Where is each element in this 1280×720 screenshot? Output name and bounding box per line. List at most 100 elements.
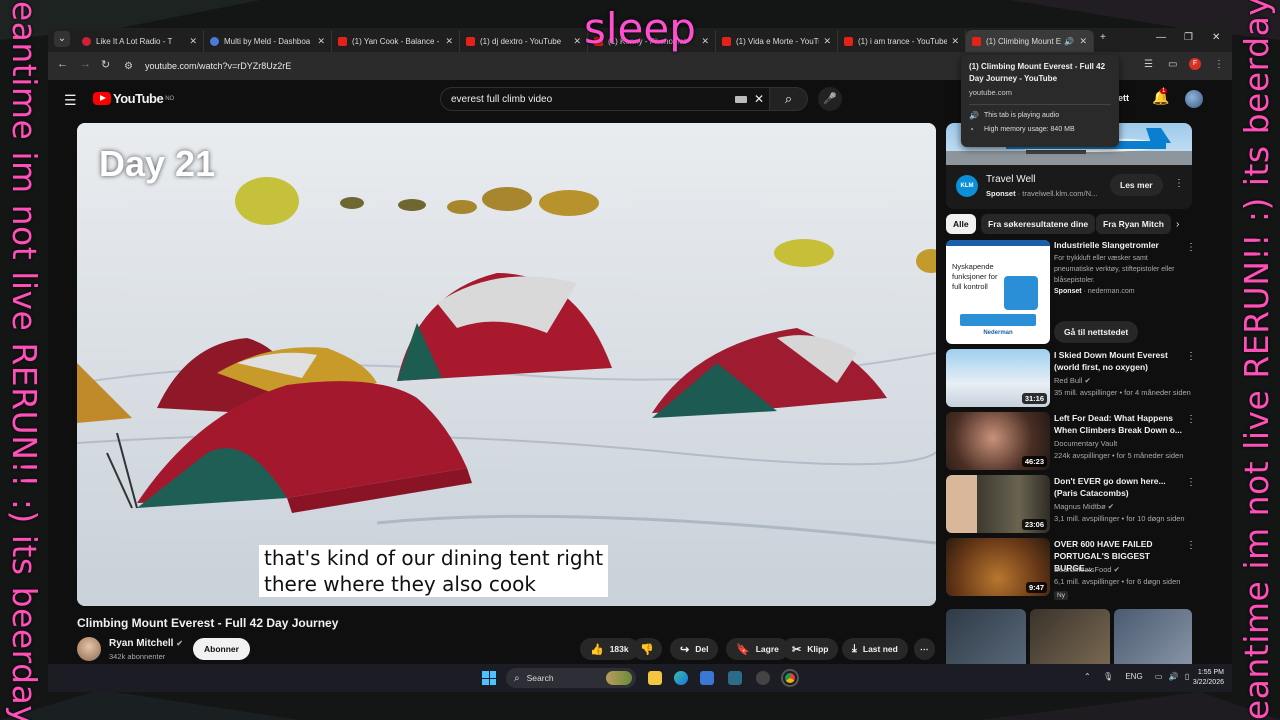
tab-close-icon[interactable]: ✕ bbox=[313, 36, 325, 47]
meld-icon bbox=[210, 36, 219, 46]
video-thumbnail bbox=[1114, 609, 1192, 669]
tab-close-icon[interactable]: ✕ bbox=[947, 36, 959, 47]
start-button[interactable] bbox=[482, 671, 496, 685]
search-button[interactable]: ⌕ bbox=[770, 87, 808, 111]
file-explorer-icon[interactable] bbox=[648, 671, 662, 685]
bookmark-icon: 🔖 bbox=[736, 643, 750, 656]
tab-1[interactable]: Like It A Lot Radio - T ✕ bbox=[76, 30, 204, 52]
language-indicator[interactable]: ENG bbox=[1125, 672, 1142, 681]
tab-7[interactable]: (1) i am trance - YouTube ✕ bbox=[838, 30, 966, 52]
search-input[interactable] bbox=[451, 93, 721, 105]
address-bar[interactable]: ⚙ youtube.com/watch?v=rDYZr8Uz2rE bbox=[120, 56, 950, 76]
forward-icon[interactable]: → bbox=[80, 58, 91, 70]
sidepanel-icon[interactable]: ▭ bbox=[1168, 59, 1177, 70]
channel-name[interactable]: Ryan Mitchell ✔ bbox=[109, 638, 183, 649]
tab-6[interactable]: (1) Vida e Morte - YouTub ✕ bbox=[716, 30, 838, 52]
close-window-icon[interactable]: ✕ bbox=[1212, 32, 1220, 43]
filter-chips: Alle Fra søkeresultatene dine Fra Ryan M… bbox=[946, 214, 1192, 236]
video-options-icon[interactable]: ⋮ bbox=[1186, 540, 1196, 551]
store-icon[interactable] bbox=[700, 671, 714, 685]
search-box[interactable]: ✕ bbox=[440, 87, 770, 111]
tab-3[interactable]: (1) Yan Cook - Balance - Y ✕ bbox=[332, 30, 460, 52]
video-options-icon[interactable]: ⋮ bbox=[1186, 477, 1196, 488]
reload-icon[interactable]: ↻ bbox=[101, 58, 110, 71]
chip-from-search[interactable]: Fra søkeresultatene dine bbox=[981, 214, 1096, 234]
related-video[interactable]: 23:06 Don't EVER go down here... (Paris … bbox=[946, 475, 1196, 533]
related-video-partial[interactable] bbox=[946, 609, 1192, 669]
ad2-options-icon[interactable]: ⋮ bbox=[1186, 242, 1196, 253]
chip-all[interactable]: Alle bbox=[946, 214, 976, 234]
related-video[interactable]: 46:23 Left For Dead: What Happens When C… bbox=[946, 412, 1196, 470]
klm-logo: KLM bbox=[956, 175, 978, 197]
header-action-partial[interactable]: ett bbox=[1118, 93, 1129, 103]
app-icon-2[interactable] bbox=[756, 671, 770, 685]
ad-options-icon[interactable]: ⋮ bbox=[1174, 178, 1184, 189]
video-thumbnail bbox=[1030, 609, 1110, 669]
related-video[interactable]: 9:47 OVER 600 HAVE FAILED PORTUGAL'S BIG… bbox=[946, 538, 1196, 600]
share-button[interactable]: ↪ Del bbox=[670, 638, 719, 660]
verified-icon: ✔ bbox=[1113, 565, 1120, 574]
back-icon[interactable]: ← bbox=[57, 58, 68, 70]
video-thumbnail: 46:23 bbox=[946, 412, 1050, 470]
ad2-title[interactable]: Industrielle Slangetromler bbox=[1054, 240, 1179, 250]
tab-close-icon[interactable]: ✕ bbox=[1075, 36, 1087, 47]
speaker-icon: 🔊 bbox=[969, 111, 979, 120]
taskbar-search[interactable]: ⌕ Search bbox=[506, 668, 636, 688]
chevron-right-icon[interactable]: › bbox=[1176, 219, 1179, 230]
video-options-icon[interactable]: ⋮ bbox=[1186, 414, 1196, 425]
chrome-icon[interactable] bbox=[781, 669, 799, 687]
user-avatar[interactable] bbox=[1185, 90, 1203, 108]
ad2-image[interactable]: Nyskapende funksjoner for full kontroll … bbox=[946, 240, 1050, 344]
voice-search-icon[interactable]: 🎤 bbox=[818, 87, 842, 111]
video-options-icon[interactable]: ⋮ bbox=[1186, 351, 1196, 362]
tab-4[interactable]: (1) dj dextro - YouTube ✕ bbox=[460, 30, 588, 52]
ad2-sponsor-line: Sponset · nederman.com bbox=[1054, 288, 1135, 295]
browser-menu-icon[interactable]: ⋮ bbox=[1214, 59, 1224, 70]
tab-close-icon[interactable]: ✕ bbox=[697, 36, 709, 47]
tab-close-icon[interactable]: ✕ bbox=[819, 36, 831, 47]
new-tab-button[interactable]: + bbox=[1100, 32, 1106, 43]
subscribe-button[interactable]: Abonner bbox=[193, 638, 250, 660]
chevron-up-icon[interactable]: ⌃ bbox=[1084, 672, 1091, 681]
tab-close-icon[interactable]: ✕ bbox=[441, 36, 453, 47]
microphone-icon[interactable]: 🎙 bbox=[1103, 672, 1113, 681]
clock[interactable]: 1:55 PM 3/22/2026 bbox=[1184, 668, 1224, 688]
keyboard-icon[interactable] bbox=[735, 96, 747, 103]
save-button[interactable]: 🔖 Lagre bbox=[726, 638, 789, 660]
app-icon[interactable] bbox=[728, 671, 742, 685]
menu-icon[interactable]: ☰ bbox=[64, 92, 77, 109]
profile-avatar[interactable]: F bbox=[1189, 58, 1201, 70]
tab-close-icon[interactable]: ✕ bbox=[185, 36, 197, 47]
reading-list-icon[interactable]: ☰ bbox=[1144, 59, 1153, 70]
more-actions-icon[interactable]: ⋯ bbox=[914, 638, 935, 660]
volume-icon[interactable]: 🔊 bbox=[1169, 672, 1179, 681]
minimize-icon[interactable]: — bbox=[1156, 32, 1166, 43]
clip-button[interactable]: ✂ Klipp bbox=[782, 638, 839, 660]
maximize-icon[interactable]: ❐ bbox=[1184, 32, 1193, 43]
tab-2[interactable]: Multi by Meld - Dashboa ✕ bbox=[204, 30, 332, 52]
dislike-button[interactable]: 👎 bbox=[632, 638, 662, 660]
visit-site-button[interactable]: Gå til nettstedet bbox=[1054, 321, 1139, 343]
channel-avatar[interactable] bbox=[77, 637, 101, 661]
verified-icon: ✔ bbox=[1107, 502, 1115, 511]
tab-close-icon[interactable]: ✕ bbox=[569, 36, 581, 47]
left-vertical-message: meantime im not live RERUN!! :) its beer… bbox=[4, 0, 44, 720]
video-player[interactable]: Day 21 that's kind of our dining tent ri… bbox=[77, 123, 936, 606]
chip-from-channel[interactable]: Fra Ryan Mitch bbox=[1096, 214, 1171, 234]
tab-search-icon[interactable]: ⌄ bbox=[54, 31, 70, 47]
site-info-icon[interactable]: ⚙ bbox=[124, 61, 133, 72]
network-icon[interactable]: ▭ bbox=[1155, 672, 1163, 681]
share-icon: ↪ bbox=[680, 643, 690, 656]
learn-more-button[interactable]: Les mer bbox=[1110, 174, 1163, 196]
youtube-logo[interactable]: YouTube NO bbox=[93, 91, 174, 106]
like-button[interactable]: 👍 183k bbox=[580, 638, 639, 660]
browser-window: ⌄ Like It A Lot Radio - T ✕ Multi by Meld… bbox=[48, 28, 1232, 692]
edge-icon[interactable] bbox=[674, 671, 688, 685]
youtube-icon bbox=[844, 36, 853, 46]
speaker-icon[interactable]: 🔊 bbox=[1064, 37, 1074, 46]
download-button[interactable]: ⤓ Last ned bbox=[842, 638, 908, 660]
clear-search-icon[interactable]: ✕ bbox=[754, 92, 764, 106]
search-highlight-image bbox=[606, 671, 632, 685]
related-video[interactable]: 31:16 I Skied Down Mount Everest (world … bbox=[946, 349, 1196, 407]
tab-8-active[interactable]: (1) Climbing Mount E 🔊 ✕ bbox=[966, 30, 1094, 52]
